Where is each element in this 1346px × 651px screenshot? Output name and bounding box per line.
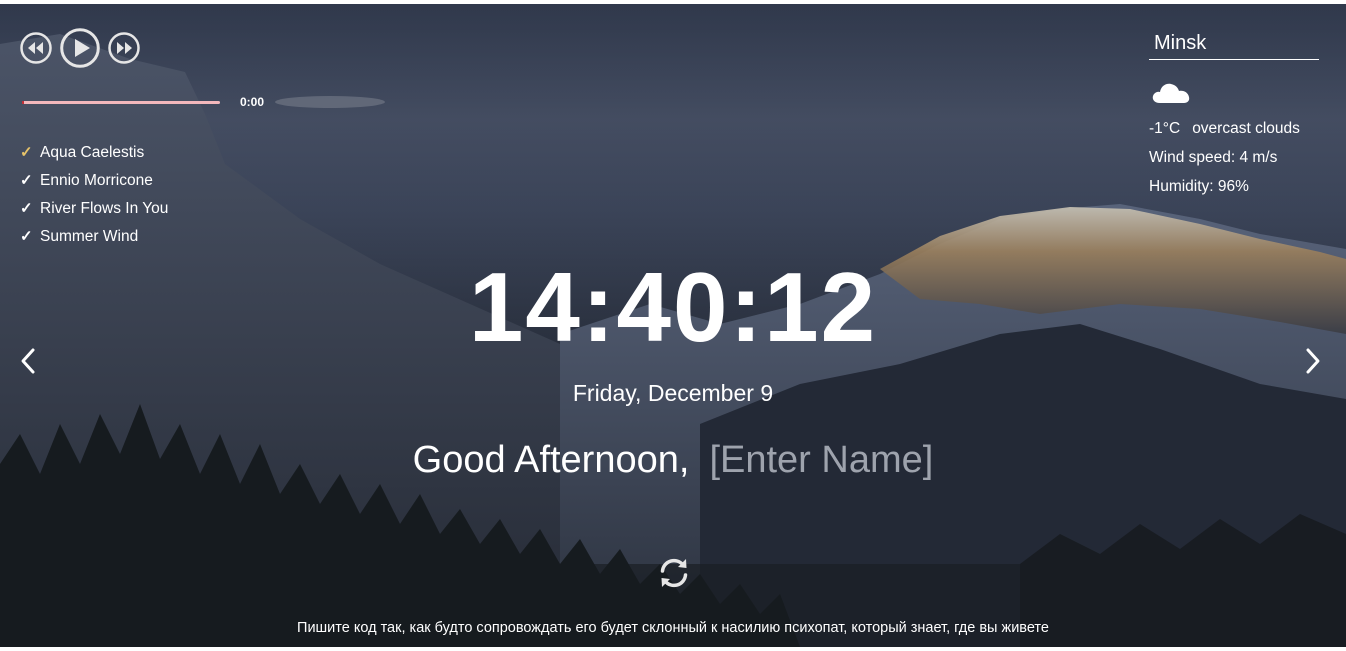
city-input[interactable]	[1149, 32, 1319, 60]
refresh-quote-icon[interactable]	[656, 555, 692, 591]
cloud-icon	[1152, 83, 1190, 103]
play-icon[interactable]	[60, 28, 100, 68]
playlist: ✓ Aqua Caelestis ✓ Ennio Morricone ✓ River Fl…	[20, 144, 168, 256]
wind-speed: Wind speed: 4 m/s	[1149, 149, 1278, 166]
progress-fill	[22, 101, 24, 104]
track-title: Summer Wind	[40, 228, 139, 245]
weather-description: overcast clouds	[1192, 120, 1300, 137]
playlist-item[interactable]: ✓ Aqua Caelestis	[20, 144, 168, 172]
quote-text: Пишите код так, как будто сопровождать е…	[297, 620, 1049, 636]
playlist-item[interactable]: ✓ River Flows In You	[20, 200, 168, 228]
check-icon: ✓	[20, 172, 33, 189]
temperature-row: -1°C overcast clouds	[1149, 120, 1319, 140]
clock-date: Friday, December 9	[572, 380, 774, 406]
greeting-text: Good Afternoon,	[412, 439, 690, 481]
greeting-row: Good Afternoon, [Enter Name]	[0, 437, 1346, 483]
temperature: -1°C	[1149, 120, 1181, 137]
background-frame: 0:00 ✓ Aqua Caelestis ✓ Ennio Morricone ✓ Riv…	[0, 4, 1346, 647]
humidity: Humidity: 96%	[1149, 178, 1249, 195]
weather-widget: -1°C overcast clouds Wind speed: 4 m/s Hu…	[1149, 32, 1319, 198]
name-input[interactable]: [Enter Name]	[709, 437, 933, 483]
track-title: River Flows In You	[40, 200, 169, 217]
check-icon: ✓	[20, 200, 33, 217]
track-title: Ennio Morricone	[40, 172, 153, 189]
fast-forward-icon[interactable]	[108, 32, 140, 64]
check-icon: ✓	[20, 228, 33, 245]
track-title: Aqua Caelestis	[40, 144, 145, 161]
progress-bar[interactable]	[22, 101, 220, 104]
player-controls	[20, 28, 140, 68]
clock-time: 14:40:12	[468, 252, 878, 362]
current-time: 0:00	[240, 95, 265, 109]
check-icon: ✓	[20, 144, 33, 161]
playlist-item[interactable]: ✓ Ennio Morricone	[20, 172, 168, 200]
rewind-icon[interactable]	[20, 32, 52, 64]
